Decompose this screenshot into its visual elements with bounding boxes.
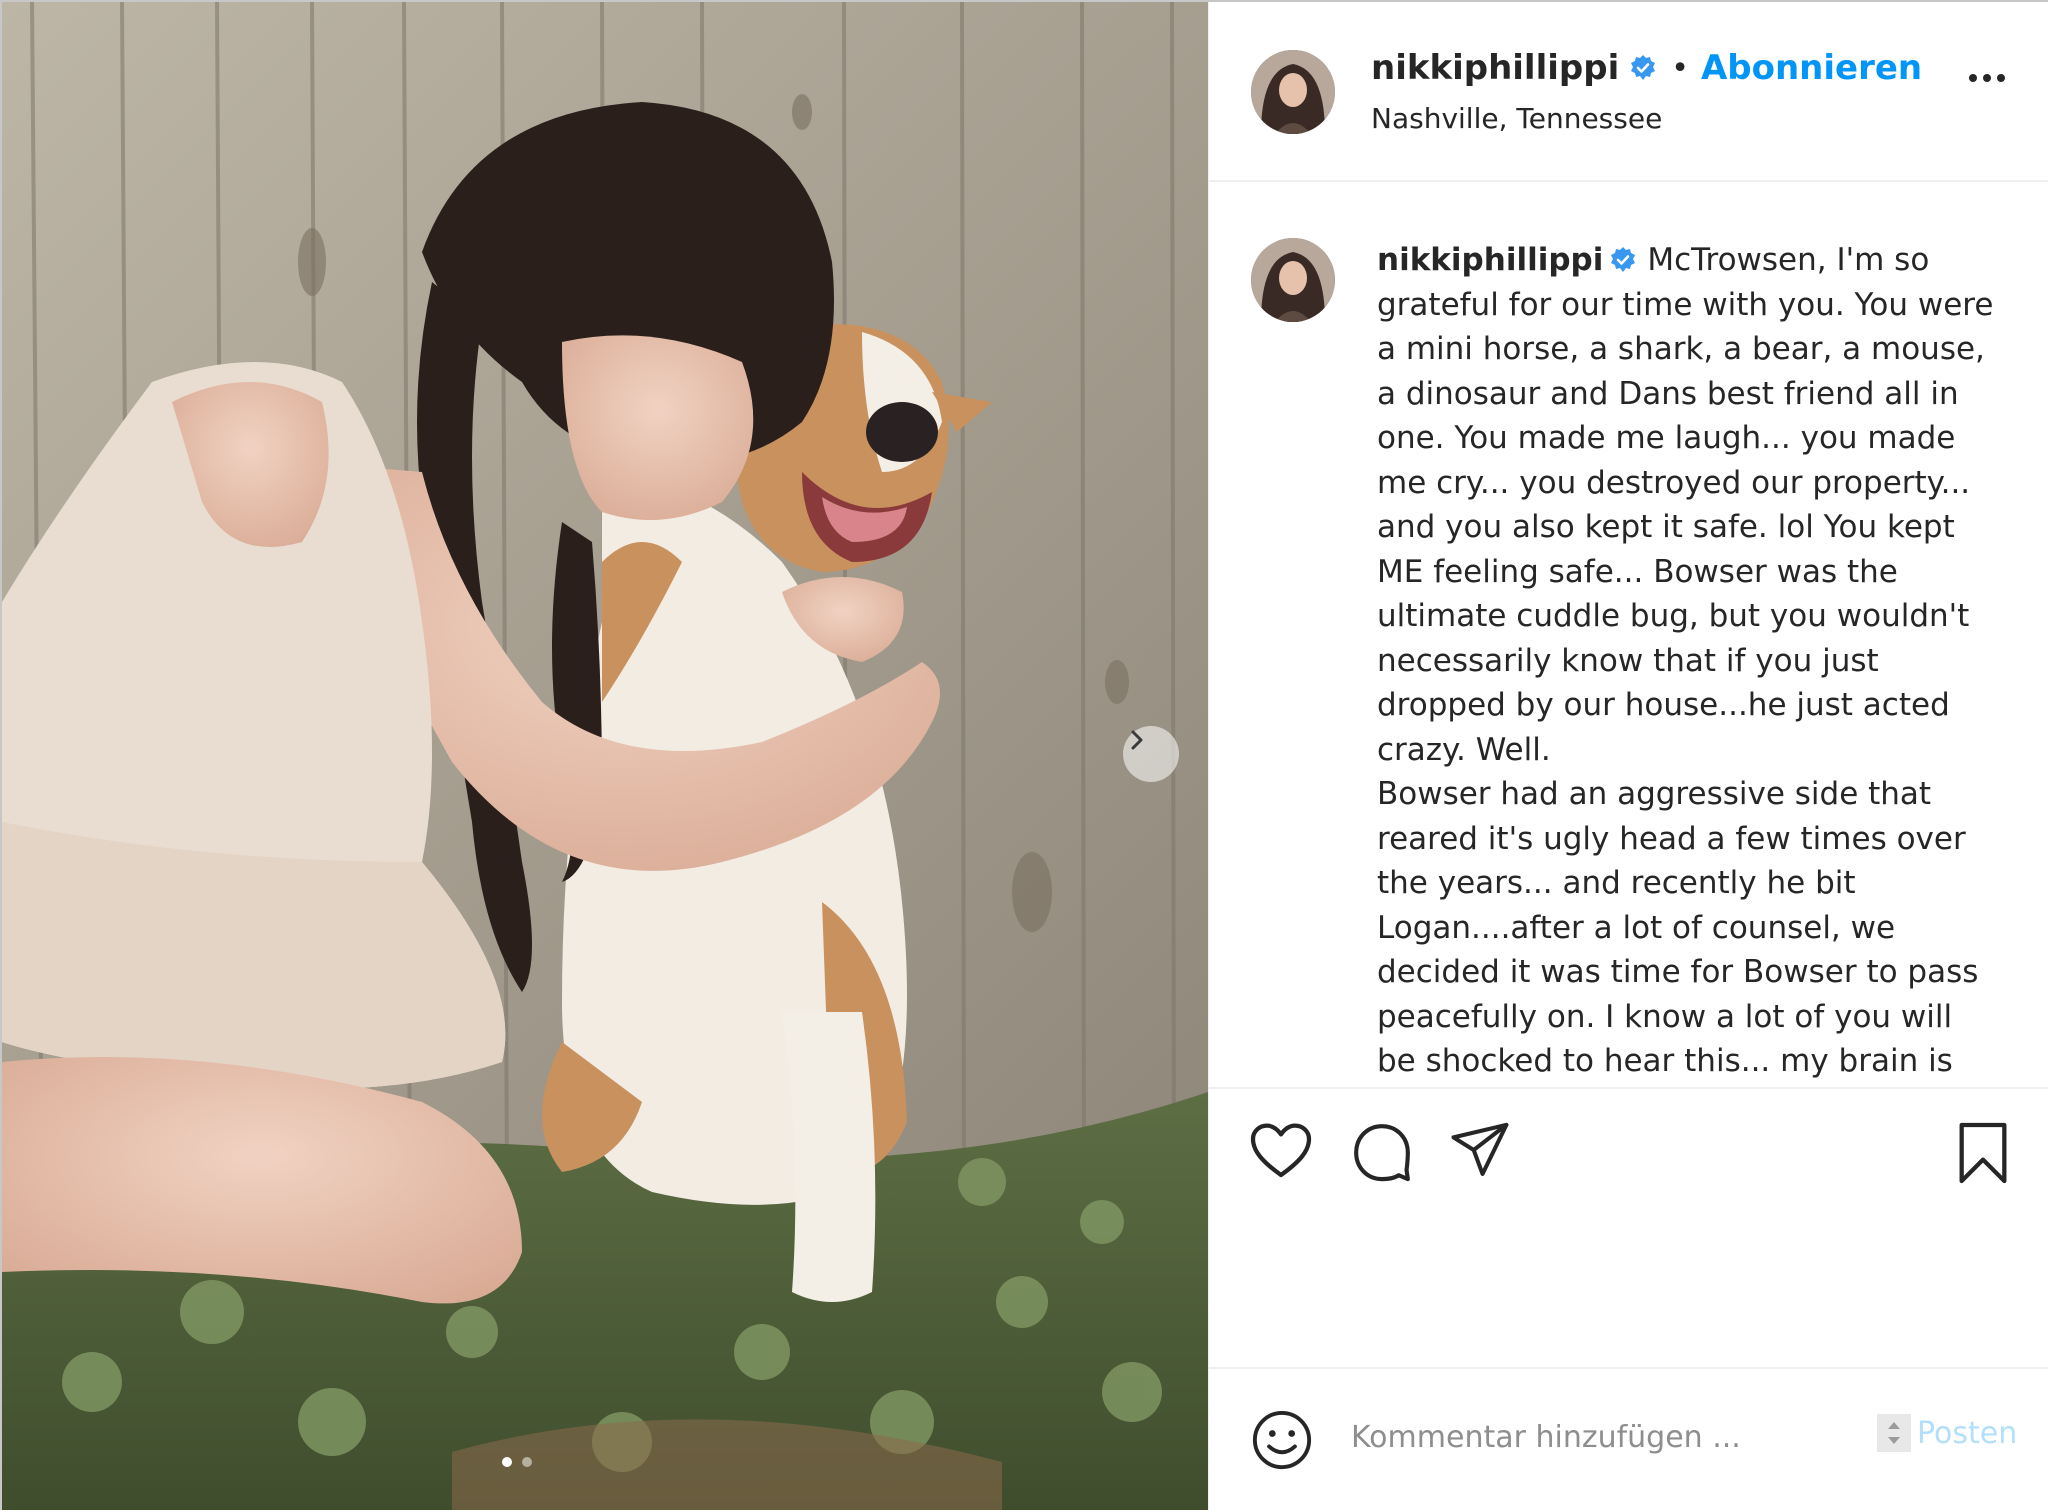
post-header: nikkiphillippi • Abonnieren Nashville, T…	[1209, 2, 2048, 182]
instagram-post-modal: nikkiphillippi • Abonnieren Nashville, T…	[0, 0, 2048, 1510]
add-comment-bar: Posten	[1209, 1367, 2048, 1512]
carousel-next-button[interactable]	[1123, 726, 1179, 782]
username-link[interactable]: nikkiphillippi	[1371, 48, 1619, 88]
heart-icon[interactable]	[1249, 1121, 1313, 1181]
more-dot	[1997, 74, 2005, 82]
paper-plane-icon[interactable]	[1449, 1121, 1511, 1179]
post-actions	[1209, 1087, 2048, 1369]
comment-bubble-icon[interactable]	[1351, 1121, 1413, 1183]
caption-avatar[interactable]	[1251, 238, 1335, 322]
sort-arrows-icon	[1877, 1414, 1911, 1452]
avatar[interactable]	[1251, 50, 1335, 134]
more-dot	[1969, 74, 1977, 82]
smiley-icon[interactable]	[1251, 1409, 1313, 1471]
more-options-icon[interactable]	[1969, 74, 2005, 82]
post-caption: nikkiphillippi McTrowsen, I'm so grateful…	[1377, 238, 1997, 1084]
photo-illustration	[2, 2, 1208, 1510]
verified-badge-icon	[1631, 55, 1656, 80]
follow-separator: •	[1671, 50, 1689, 86]
location-link[interactable]: Nashville, Tennessee	[1371, 102, 1662, 135]
bookmark-icon[interactable]	[1955, 1121, 2011, 1185]
chevron-right-icon	[1131, 730, 1143, 750]
post-comment-label: Posten	[1917, 1415, 2018, 1451]
avatar-image	[1251, 238, 1335, 322]
caption-username[interactable]: nikkiphillippi	[1377, 242, 1603, 278]
more-dot	[1983, 74, 1991, 82]
comments-scroll-area[interactable]: nikkiphillippi McTrowsen, I'm so grateful…	[1209, 182, 2048, 1087]
carousel-dot	[522, 1457, 532, 1467]
post-photo	[2, 2, 1208, 1510]
post-side-panel: nikkiphillippi • Abonnieren Nashville, T…	[1208, 2, 2048, 1510]
post-comment-button[interactable]: Posten	[1877, 1414, 2017, 1452]
updown-icon	[1888, 1422, 1900, 1444]
caption-body: McTrowsen, I'm so grateful for our time …	[1377, 242, 1994, 1079]
carousel-dot-active	[502, 1457, 512, 1467]
comment-input[interactable]	[1351, 1417, 1801, 1457]
carousel-indicator	[502, 1457, 532, 1467]
follow-button[interactable]: Abonnieren	[1701, 48, 1922, 88]
avatar-image	[1251, 50, 1335, 134]
verified-badge-icon	[1611, 247, 1636, 272]
